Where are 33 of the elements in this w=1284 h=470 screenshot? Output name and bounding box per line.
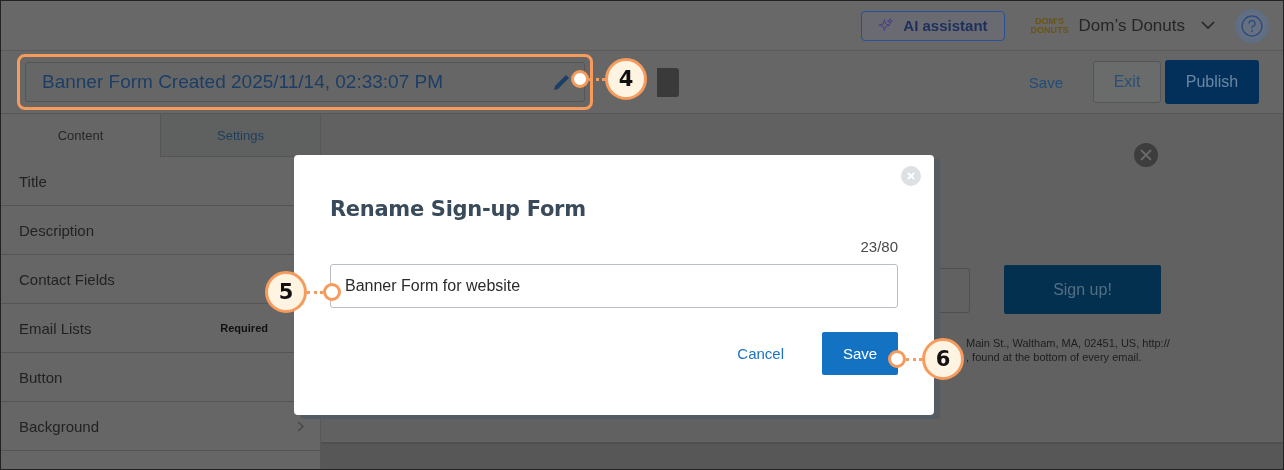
item-label: Background (19, 417, 100, 435)
account-menu[interactable]: Dom’s Donuts (1078, 15, 1215, 36)
brand-logo: DOM'S DONUTS (1030, 16, 1069, 35)
save-link[interactable]: Save (1022, 72, 1069, 92)
sparkle-icon (878, 17, 895, 34)
publish-button[interactable]: Publish (1165, 60, 1259, 104)
sign-up-button[interactable]: Sign up! (1004, 265, 1161, 314)
chevron-down-icon (1201, 21, 1215, 30)
help-icon[interactable] (1235, 8, 1269, 43)
character-counter: 23/80 (859, 238, 898, 255)
callout-number: 5 (265, 271, 307, 313)
footer-text: Main St., Waltham, MA, 02451, US, http:// (966, 336, 1170, 350)
item-label: Contact Fields (19, 270, 115, 288)
item-label: Description (19, 221, 95, 239)
close-icon[interactable] (901, 166, 921, 186)
save-button[interactable]: Save (822, 332, 898, 375)
footer-text: , found at the bottom of every email. (966, 350, 1143, 364)
preview-button[interactable] (657, 67, 679, 97)
required-label: Required (220, 322, 268, 334)
ai-assistant-button[interactable]: AI assistant (861, 10, 1005, 41)
dialog-title: Rename Sign-up Form (330, 197, 587, 221)
close-icon[interactable] (1134, 143, 1158, 167)
pencil-icon (552, 72, 572, 92)
exit-button[interactable]: Exit (1093, 61, 1161, 103)
sidebar-tab[interactable]: Settings (160, 114, 320, 157)
chevron-right-icon (297, 420, 304, 432)
item-label: Title (19, 172, 47, 190)
item-label: Email Lists (19, 319, 92, 337)
callout-number: 4 (605, 58, 647, 100)
item-label: Button (19, 368, 63, 386)
name-input-field[interactable]: Banner Form for website (330, 264, 898, 308)
form-name-field[interactable]: Banner Form Created 2025/11/14, 02:33:07 PM (25, 62, 585, 102)
cancel-link[interactable]: Cancel (731, 344, 790, 363)
